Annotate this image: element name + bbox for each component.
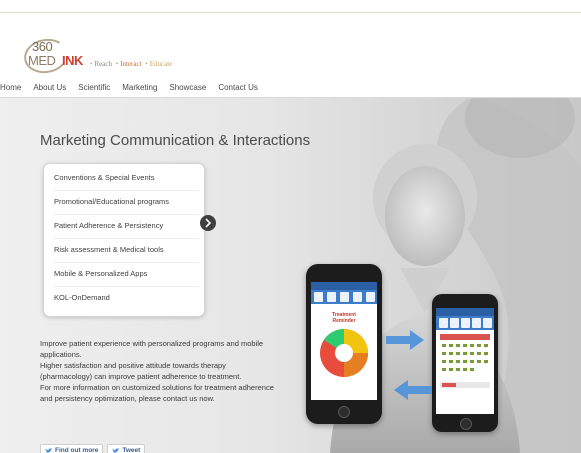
find-out-more-button[interactable]: Find out more	[40, 444, 104, 453]
service-menu: Conventions & Special Events Promotional…	[43, 163, 205, 317]
app-tab	[461, 318, 470, 328]
desc-line-2: Higher satisfaction and positive attitud…	[40, 361, 242, 381]
desc-line-3: For more information on customized solut…	[40, 383, 274, 403]
app-tab	[483, 318, 492, 328]
app-tab	[340, 292, 349, 302]
arrow-right-icon	[386, 330, 424, 350]
phone-home-button	[460, 418, 472, 430]
tagline-interact: Interact	[120, 60, 142, 68]
desc-line-1: Improve patient experience with personal…	[40, 339, 264, 359]
menu-item-risk-assessment[interactable]: Risk assessment & Medical tools	[54, 238, 199, 263]
app-tab	[353, 292, 362, 302]
app-tab	[366, 292, 375, 302]
phone-right-screen	[436, 308, 494, 414]
app-tab-bar	[436, 316, 494, 330]
nav-about-us[interactable]: About Us	[27, 80, 72, 96]
menu-item-mobile-apps[interactable]: Mobile & Personalized Apps	[54, 262, 199, 287]
tweet-button[interactable]: Tweet	[107, 444, 146, 453]
app-header-bar	[311, 282, 377, 290]
app-tab	[327, 292, 336, 302]
find-out-more-label: Find out more	[55, 447, 99, 453]
social-buttons: Find out more Tweet	[40, 444, 146, 453]
nav-scientific[interactable]: Scientific	[72, 80, 116, 96]
logo-ink: INK	[62, 53, 83, 68]
phone-home-button	[338, 406, 350, 418]
nav-home[interactable]: Home	[0, 80, 27, 96]
adherence-gauge	[320, 329, 368, 377]
app-tab	[439, 318, 448, 328]
calendar-grid	[440, 334, 490, 388]
treatment-reminder-label: Treatment Reminder	[332, 312, 356, 324]
tagline: • Reach • Interact • Educate	[90, 60, 173, 68]
app-header-bar	[436, 308, 494, 316]
menu-item-conventions[interactable]: Conventions & Special Events	[54, 166, 199, 191]
phone-left: Treatment Reminder	[306, 264, 382, 424]
menu-item-promotional[interactable]: Promotional/Educational programs	[54, 190, 199, 215]
hero-title: Marketing Communication & Interactions	[40, 132, 311, 149]
tagline-educate: Educate	[149, 60, 173, 68]
tagline-reach: Reach	[94, 60, 112, 68]
nav-marketing[interactable]: Marketing	[116, 80, 163, 96]
app-tab-bar	[311, 290, 377, 304]
tweet-label: Tweet	[122, 447, 141, 453]
arrow-right-icon	[205, 218, 212, 228]
twitter-bird-icon	[45, 448, 53, 453]
menu-item-kol-ondemand[interactable]: KOL-OnDemand	[54, 286, 199, 310]
hero-description: Improve patient experience with personal…	[40, 338, 276, 404]
nav-contact-us[interactable]: Contact Us	[212, 80, 264, 96]
app-tab	[472, 318, 481, 328]
logo[interactable]: 360 MED INK	[21, 33, 154, 77]
phone-left-screen: Treatment Reminder	[311, 282, 377, 400]
hero-banner: Marketing Communication & Interactions C…	[0, 98, 581, 453]
header: 360 MED INK • Reach • Interact • Educate	[0, 13, 581, 77]
logo-med: MED	[28, 53, 56, 68]
phone-right	[432, 294, 498, 432]
menu-next-button[interactable]	[200, 215, 216, 231]
arrow-left-icon	[394, 380, 432, 400]
logo-360: 360	[32, 39, 53, 54]
twitter-bird-icon	[112, 448, 121, 453]
nav-showcase[interactable]: Showcase	[163, 80, 212, 96]
main-nav: Home About Us Scientific Marketing Showc…	[0, 80, 264, 96]
app-tab	[314, 292, 323, 302]
app-tab	[450, 318, 459, 328]
menu-item-adherence[interactable]: Patient Adherence & Persistency	[54, 214, 199, 239]
page: 360 MED INK • Reach • Interact • Educate Ho…	[0, 0, 581, 453]
